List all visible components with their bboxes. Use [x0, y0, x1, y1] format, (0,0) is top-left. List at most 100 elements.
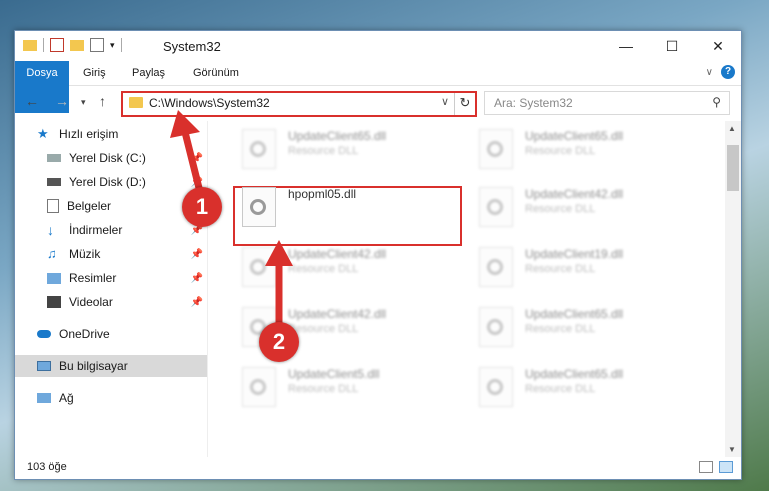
file-item[interactable]: UpdateClient42.dll Resource DLL	[473, 181, 693, 233]
file-list: UpdateClient65.dll Resource DLL UpdateCl…	[208, 121, 724, 457]
step-2-badge: 2	[259, 322, 299, 362]
up-icon[interactable]: ↑	[99, 93, 106, 109]
star-icon: ★	[37, 126, 49, 141]
file-item[interactable]: UpdateClient19.dll Resource DLL	[473, 241, 693, 293]
sidebar-item-label: Yerel Disk (C:)	[69, 151, 146, 165]
customize-dropdown-icon[interactable]: ▾	[110, 40, 115, 51]
address-bar[interactable]: C:\Windows\System32 ∨ ↻	[121, 91, 477, 117]
minimize-icon[interactable]: —	[603, 31, 649, 61]
tab-gorunum[interactable]: Görünüm	[183, 61, 249, 85]
sidebar-item-label: Hızlı erişim	[59, 127, 119, 141]
sidebar-item-label: Videolar	[69, 295, 113, 309]
file-name: UpdateClient65.dll	[525, 367, 624, 381]
maximize-icon[interactable]: ☐	[649, 31, 695, 61]
file-item[interactable]: UpdateClient65.dll Resource DLL	[473, 123, 693, 175]
details-view-icon[interactable]	[699, 461, 713, 473]
address-dropdown-icon[interactable]: ∨	[441, 95, 449, 108]
sidebar-item-onedrive[interactable]: OneDrive	[15, 323, 207, 345]
tab-giris[interactable]: Giriş	[73, 61, 116, 85]
scroll-up-icon[interactable]: ▲	[728, 124, 736, 133]
file-item[interactable]: UpdateClient65.dll Resource DLL	[473, 361, 693, 413]
sidebar-item-label: Resimler	[69, 271, 117, 285]
window-title: System32	[163, 39, 221, 54]
sidebar-item-label: Bu bilgisayar	[59, 359, 128, 373]
picture-icon	[47, 272, 61, 284]
close-icon[interactable]: ✕	[695, 31, 741, 61]
file-name: UpdateClient65.dll	[525, 307, 624, 321]
video-icon	[47, 296, 61, 308]
window-controls: — ☐ ✕	[603, 31, 741, 61]
scrollbar-thumb[interactable]	[727, 145, 739, 191]
tab-paylas[interactable]: Paylaş	[122, 61, 175, 85]
file-type: Resource DLL	[525, 203, 596, 215]
search-input[interactable]: Ara: System32 ⚲	[484, 91, 730, 115]
help-icon[interactable]: ?	[721, 65, 735, 79]
file-item[interactable]: UpdateClient5.dll Resource DLL	[236, 361, 456, 413]
new-folder-icon[interactable]	[70, 39, 84, 51]
pin-icon[interactable]: 📌	[191, 249, 203, 260]
title-separator	[120, 38, 122, 52]
sidebar-item-this-pc[interactable]: Bu bilgisayar	[15, 355, 207, 377]
drive-icon	[47, 154, 61, 162]
scroll-down-icon[interactable]: ▼	[728, 445, 736, 454]
file-type: Resource DLL	[288, 323, 359, 335]
pin-icon[interactable]: 📌	[191, 177, 203, 188]
sidebar-item-videos[interactable]: Videolar 📌	[15, 291, 207, 313]
sidebar-item-label: OneDrive	[59, 327, 110, 341]
cloud-icon	[37, 330, 51, 338]
properties-icon[interactable]	[50, 38, 64, 52]
gear-icon	[250, 199, 266, 215]
pin-icon[interactable]: 📌	[191, 153, 203, 164]
sidebar-item-disk-d[interactable]: Yerel Disk (D:) 📌	[15, 171, 207, 193]
gear-icon	[250, 379, 266, 395]
file-item[interactable]: UpdateClient65.dll Resource DLL	[236, 123, 456, 175]
network-icon	[37, 393, 51, 403]
sidebar-item-pictures[interactable]: Resimler 📌	[15, 267, 207, 289]
file-type: Resource DLL	[525, 145, 596, 157]
file-name: UpdateClient42.dll	[288, 247, 387, 261]
sidebar-item-network[interactable]: Ağ	[15, 387, 207, 409]
pin-icon[interactable]: 📌	[191, 297, 203, 308]
sidebar-item-documents[interactable]: Belgeler 📌	[15, 195, 207, 217]
sidebar-item-music[interactable]: ♫ Müzik 📌	[15, 243, 207, 265]
file-type: Resource DLL	[525, 263, 596, 275]
gear-icon	[487, 199, 503, 215]
folder-icon[interactable]	[23, 39, 37, 51]
sidebar-item-label: Yerel Disk (D:)	[69, 175, 146, 189]
file-name: UpdateClient42.dll	[525, 187, 624, 201]
sidebar-item-disk-c[interactable]: Yerel Disk (C:) 📌	[15, 147, 207, 169]
view-icon[interactable]	[90, 38, 104, 52]
forward-icon[interactable]: →	[55, 93, 69, 109]
file-name: hpopml05.dll	[288, 187, 357, 201]
gear-icon	[250, 141, 266, 157]
folder-icon	[129, 97, 143, 108]
file-type: Resource DLL	[525, 323, 596, 335]
search-icon[interactable]: ⚲	[712, 95, 721, 109]
navigation-pane: ★ Hızlı erişim Yerel Disk (C:) 📌 Yerel D…	[15, 121, 208, 457]
refresh-icon[interactable]: ↻	[454, 93, 475, 115]
expand-ribbon-icon[interactable]: ∨	[706, 67, 713, 78]
file-name: UpdateClient42.dll	[288, 307, 387, 321]
file-item[interactable]: UpdateClient42.dll Resource DLL	[236, 241, 456, 293]
file-type: Resource DLL	[288, 145, 359, 157]
pin-icon[interactable]: 📌	[191, 273, 203, 284]
file-item[interactable]: UpdateClient65.dll Resource DLL	[473, 301, 693, 353]
download-icon: ↓	[47, 222, 54, 238]
vertical-scrollbar[interactable]: ▲ ▼	[725, 121, 741, 457]
gear-icon	[487, 141, 503, 157]
back-icon[interactable]: ←	[25, 93, 39, 109]
recent-locations-icon[interactable]: ▾	[81, 97, 86, 108]
file-name: UpdateClient19.dll	[525, 247, 624, 261]
large-icons-view-icon[interactable]	[719, 461, 733, 473]
file-type: Resource DLL	[288, 383, 359, 395]
address-path[interactable]: C:\Windows\System32	[149, 96, 270, 110]
sidebar-item-quick-access[interactable]: ★ Hızlı erişim	[15, 123, 207, 145]
file-name: UpdateClient5.dll	[288, 367, 380, 381]
file-item-highlighted[interactable]: hpopml05.dll	[236, 181, 456, 233]
sidebar-item-label: İndirmeler	[69, 223, 123, 237]
computer-icon	[37, 361, 51, 371]
sidebar-item-downloads[interactable]: ↓ İndirmeler 📌	[15, 219, 207, 241]
toolbar-separator	[43, 38, 44, 52]
file-name: UpdateClient65.dll	[525, 129, 624, 143]
gear-icon	[487, 379, 503, 395]
